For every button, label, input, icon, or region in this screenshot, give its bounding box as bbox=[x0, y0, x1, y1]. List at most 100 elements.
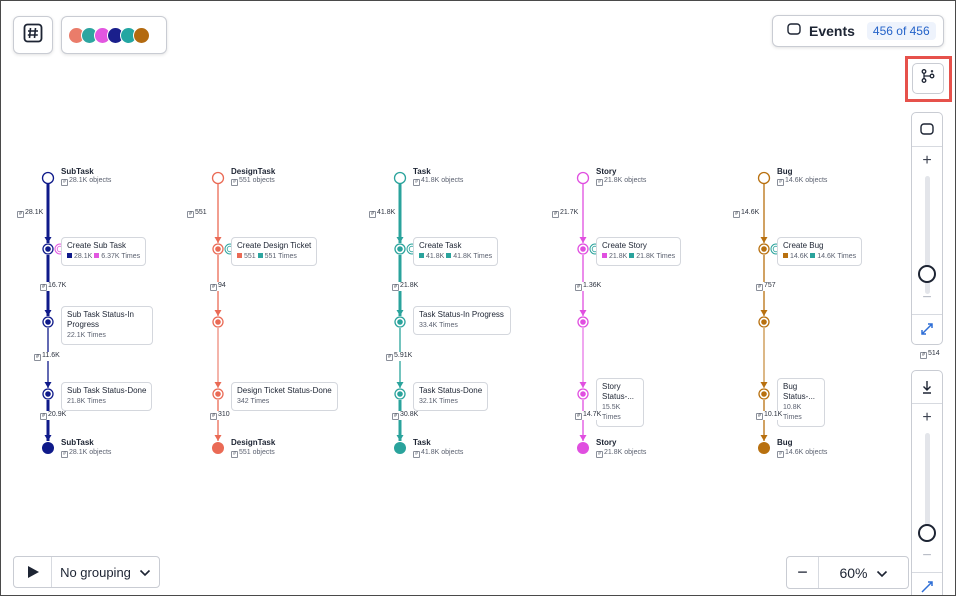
create-activity-card[interactable]: Create Sub Task 28.1K 6.37K Times bbox=[61, 237, 147, 266]
grouping-dropdown[interactable]: No grouping bbox=[52, 565, 159, 580]
start-object-title: Task bbox=[413, 167, 431, 176]
edge-arrow bbox=[760, 310, 768, 316]
create-activity-card[interactable]: Create Design Ticket 551 551 Times bbox=[231, 237, 318, 266]
hash-icon: # bbox=[733, 211, 740, 218]
zoom-out-button[interactable]: − bbox=[912, 283, 942, 313]
side-edge-count: #514 bbox=[920, 350, 940, 359]
edge-count-start: #28.1K bbox=[17, 209, 44, 218]
edge-count-start-value: 14.6K bbox=[741, 209, 760, 216]
zoom-slider-handle[interactable] bbox=[918, 265, 936, 283]
play-button[interactable] bbox=[14, 557, 52, 587]
end-object-title: DesignTask bbox=[231, 438, 276, 447]
zoom-slider-handle-2[interactable] bbox=[918, 524, 936, 542]
status-activity-meta: 15.5K Times bbox=[602, 403, 638, 423]
chevron-down-icon bbox=[139, 565, 151, 580]
events-count-badge: 456 of 456 bbox=[866, 22, 936, 40]
edge-arrow bbox=[579, 237, 587, 243]
create-activity-times: 41.8K Times bbox=[453, 253, 493, 260]
hash-icon: # bbox=[17, 211, 24, 218]
edge-count-end-value: 30.8K bbox=[400, 411, 419, 418]
start-object-title: SubTask bbox=[61, 167, 94, 176]
collapse-button[interactable] bbox=[912, 372, 942, 402]
edge-count-end: #310 bbox=[210, 411, 230, 420]
start-node bbox=[576, 171, 590, 185]
status-activity-card[interactable]: Story Status-... 15.5K Times bbox=[596, 378, 644, 427]
status-activity-times: 21.8K Times bbox=[67, 398, 106, 405]
playback-grouping-bar: No grouping bbox=[13, 556, 160, 588]
hash-icon: # bbox=[413, 179, 420, 186]
object-view-button[interactable] bbox=[912, 114, 942, 144]
create-activity-card[interactable]: Create Story 21.8K 21.8K Times bbox=[596, 237, 682, 266]
end-node bbox=[212, 442, 224, 454]
create-activity-times: 21.8K Times bbox=[636, 253, 676, 260]
status-activity-card[interactable]: Task Status-Done 32.1K Times bbox=[413, 382, 489, 411]
events-button[interactable]: Events 456 of 456 bbox=[772, 15, 944, 47]
status-activity-times: 10.8K Times bbox=[783, 404, 802, 421]
edge-count-start-value: 21.7K bbox=[560, 209, 579, 216]
minus-icon: − bbox=[797, 562, 808, 582]
status-activity-card[interactable]: Sub Task Status-In Progress 22.1K Times bbox=[61, 306, 153, 345]
process-map-canvas[interactable]: SubTask #28.1K objects SubTask #28.1K objec… bbox=[0, 0, 956, 596]
create-activity-count: 551 bbox=[244, 253, 256, 260]
status-activity-card[interactable]: Task Status-In Progress 33.4K Times bbox=[413, 306, 511, 335]
status-activity-card[interactable]: Design Ticket Status-Done 342 Times bbox=[231, 382, 338, 411]
start-node bbox=[757, 171, 771, 185]
color-square bbox=[67, 253, 72, 258]
create-activity-card[interactable]: Create Bug 14.6K 14.6K Times bbox=[777, 237, 863, 266]
create-activity-meta: 551 551 Times bbox=[237, 252, 311, 262]
create-activity-times: 14.6K Times bbox=[817, 253, 857, 260]
process-graph bbox=[41, 171, 782, 454]
status-activity-title: Bug Status-... bbox=[783, 382, 816, 401]
zoom-in-button[interactable]: + bbox=[912, 146, 942, 176]
edge-count-create: #757 bbox=[756, 282, 776, 291]
hash-icon: # bbox=[34, 354, 41, 361]
activity-node-core bbox=[45, 319, 51, 325]
activity-node-core bbox=[215, 391, 221, 397]
end-object-title: Bug bbox=[777, 438, 793, 447]
zoom-out-button-2[interactable]: − bbox=[912, 541, 942, 571]
status-activity-times: 32.1K Times bbox=[419, 398, 458, 405]
fit-view-button[interactable] bbox=[912, 314, 942, 344]
hash-icon: # bbox=[596, 179, 603, 186]
end-node bbox=[394, 442, 406, 454]
zoom-level-dropdown[interactable]: 60% bbox=[819, 565, 908, 581]
status-activity-card[interactable]: Bug Status-... 10.8K Times bbox=[777, 378, 825, 427]
edge-count-status: #11.6K bbox=[34, 352, 60, 361]
edge-arrow bbox=[214, 382, 222, 388]
edge-count-create: #1.36K bbox=[575, 282, 602, 291]
zoom-in-button-2[interactable]: + bbox=[912, 403, 942, 433]
color-square bbox=[419, 253, 424, 258]
end-object-count-text: 551 objects bbox=[239, 449, 275, 456]
end-node bbox=[758, 442, 770, 454]
activity-node-core bbox=[215, 319, 221, 325]
status-activity-times: 342 Times bbox=[237, 398, 270, 405]
create-activity-card[interactable]: Create Task 41.8K 41.8K Times bbox=[413, 237, 499, 266]
status-activity-times: 22.1K Times bbox=[67, 332, 106, 339]
hash-icon: # bbox=[575, 413, 582, 420]
edge-count-start: #14.6K bbox=[733, 209, 760, 218]
zoom-decrease-button[interactable]: − bbox=[787, 557, 819, 588]
expand-icon bbox=[921, 323, 933, 335]
status-activity-card[interactable]: Sub Task Status-Done 21.8K Times bbox=[61, 382, 153, 411]
end-object-count-text: 28.1K objects bbox=[69, 449, 112, 456]
edge-arrow bbox=[579, 382, 587, 388]
plus-icon: + bbox=[922, 152, 932, 169]
start-object-title: Story bbox=[596, 167, 617, 176]
zoom-slider-track-2[interactable] bbox=[925, 433, 930, 533]
expand-icon bbox=[921, 581, 933, 593]
branch-layout-button[interactable] bbox=[912, 63, 944, 94]
status-activity-title: Sub Task Status-In Progress bbox=[67, 310, 134, 329]
zoom-panel-objects: + − bbox=[911, 112, 943, 345]
edge-count-status: #5.91K bbox=[386, 352, 413, 361]
fit-view-button-2[interactable] bbox=[912, 572, 942, 595]
edge-arrow bbox=[396, 382, 404, 388]
arrow-down-icon bbox=[923, 381, 931, 394]
object-types-selector[interactable] bbox=[61, 16, 167, 54]
status-activity-times: 33.4K Times bbox=[419, 322, 458, 329]
toggle-counts-button[interactable] bbox=[13, 16, 53, 54]
edge-count-end: #10.1K bbox=[756, 411, 783, 420]
branch-icon bbox=[920, 68, 936, 89]
color-square bbox=[446, 253, 452, 258]
minus-icon: − bbox=[922, 547, 932, 564]
color-square bbox=[810, 253, 816, 258]
